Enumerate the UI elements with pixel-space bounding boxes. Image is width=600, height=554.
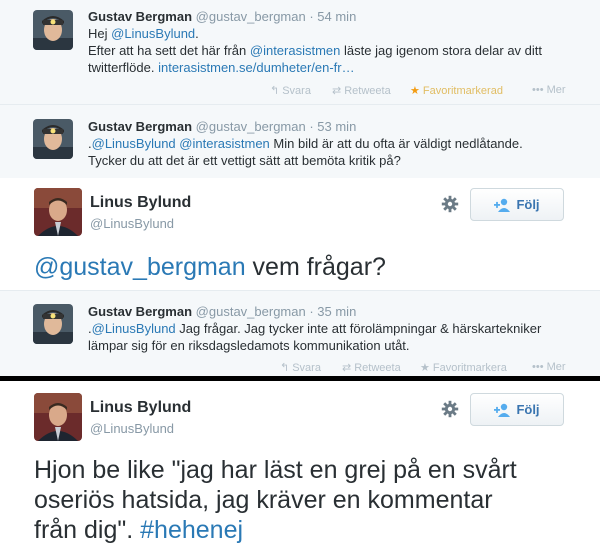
author-name[interactable]: Linus Bylund bbox=[90, 194, 191, 212]
retweet-icon: ⇄ bbox=[342, 362, 352, 374]
gear-icon[interactable] bbox=[441, 195, 459, 213]
favorite-button[interactable]: ★ Favoritmarkera bbox=[420, 361, 507, 374]
more-button[interactable]: ••• Mer bbox=[532, 361, 566, 373]
retweet-label: Retweeta bbox=[344, 85, 391, 97]
add-user-icon bbox=[494, 198, 511, 212]
mention-link[interactable]: @gustav_bergman bbox=[34, 253, 246, 281]
avatar[interactable] bbox=[34, 393, 82, 441]
retweet-label: Retweeta bbox=[354, 362, 401, 374]
reply-button[interactable]: ↰ Svara bbox=[280, 361, 321, 374]
main-tweet-1: Linus Bylund @LinusBylund Följ @gustav_b… bbox=[0, 178, 600, 290]
tweet-text-body: vem frågar? bbox=[245, 253, 386, 281]
mention-link[interactable]: @interasistmen bbox=[250, 43, 341, 58]
mention-link[interactable]: @LinusBylund bbox=[92, 321, 176, 336]
tweet-text: @gustav_bergman vem frågar? bbox=[34, 252, 576, 282]
star-icon: ★ bbox=[410, 85, 420, 97]
reply-tweet-2: Gustav Bergman @gustav_bergman · 53 min … bbox=[0, 105, 600, 178]
favorite-label: Favoritmarkera bbox=[432, 362, 507, 374]
hashtag-link[interactable]: #hehenej bbox=[140, 516, 243, 544]
tweet-line: från dig". bbox=[34, 516, 141, 544]
main-tweet-2: Linus Bylund @LinusBylund Följ Hjon be l… bbox=[0, 381, 600, 554]
author-name[interactable]: Linus Bylund bbox=[90, 399, 191, 417]
tweet-text: Jag frågar. Jag tycker inte att förolämp… bbox=[175, 321, 542, 336]
author-name[interactable]: Gustav Bergman bbox=[88, 119, 192, 134]
tweet-text: Tycker du att det är ett vettigt sätt at… bbox=[88, 153, 401, 168]
author-username[interactable]: @gustav_bergman bbox=[196, 304, 306, 319]
author-username[interactable]: @gustav_bergman bbox=[196, 9, 306, 24]
tweet-text: Hjon be like "jag har läst en grej på en… bbox=[34, 455, 576, 545]
tweet-text: . bbox=[195, 26, 199, 41]
tweet-text: läste jag igenom stora delar av ditt bbox=[340, 43, 542, 58]
retweet-button[interactable]: ⇄ Retweeta bbox=[342, 361, 401, 374]
tweet-line: oseriös hatsida, jag kräver en kommentar bbox=[34, 486, 493, 514]
author-username[interactable]: @LinusBylund bbox=[90, 216, 174, 231]
tweet-text: Efter att ha sett det här från bbox=[88, 43, 250, 58]
reply-tweet-3: Gustav Bergman @gustav_bergman · 35 min … bbox=[0, 291, 600, 376]
avatar[interactable] bbox=[34, 188, 82, 236]
tweet-text: Min bild är att du ofta är väldigt nedlå… bbox=[269, 136, 523, 151]
follow-label: Följ bbox=[516, 197, 540, 212]
follow-label: Följ bbox=[516, 402, 540, 417]
author-name[interactable]: Gustav Bergman bbox=[88, 304, 192, 319]
retweet-button[interactable]: ⇄ Retweeta bbox=[332, 84, 391, 97]
tweet-line: Hjon be like "jag har läst en grej på en… bbox=[34, 456, 517, 484]
avatar[interactable] bbox=[33, 10, 73, 50]
timestamp[interactable]: · 54 min bbox=[309, 9, 356, 24]
more-label: Mer bbox=[546, 361, 566, 373]
author-name[interactable]: Gustav Bergman bbox=[88, 9, 192, 24]
reply-tweet-1: Gustav Bergman @gustav_bergman · 54 min … bbox=[0, 0, 600, 104]
timestamp[interactable]: · 35 min bbox=[309, 304, 356, 319]
favorite-button[interactable]: ★ Favoritmarkerad bbox=[410, 84, 503, 97]
tweet-text: twitterflöde. bbox=[88, 60, 159, 75]
tweet-body: Gustav Bergman @gustav_bergman · 53 min … bbox=[88, 118, 580, 169]
favorite-label: Favoritmarkerad bbox=[422, 85, 503, 97]
retweet-icon: ⇄ bbox=[332, 85, 342, 97]
reply-icon: ↰ bbox=[270, 85, 280, 97]
follow-button[interactable]: Följ bbox=[470, 393, 564, 426]
tweet-body: Gustav Bergman @gustav_bergman · 35 min … bbox=[88, 303, 580, 354]
mention-link[interactable]: @LinusBylund bbox=[92, 136, 176, 151]
reply-button[interactable]: ↰ Svara bbox=[270, 84, 311, 97]
mention-link[interactable]: @interasistmen bbox=[179, 136, 270, 151]
reply-icon: ↰ bbox=[280, 362, 290, 374]
add-user-icon bbox=[494, 403, 511, 417]
author-username[interactable]: @LinusBylund bbox=[90, 421, 174, 436]
tweet-text: Hej bbox=[88, 26, 112, 41]
follow-button[interactable]: Följ bbox=[470, 188, 564, 221]
reply-label: Svara bbox=[282, 85, 311, 97]
tweet-body: Gustav Bergman @gustav_bergman · 54 min … bbox=[88, 8, 580, 76]
more-icon: ••• bbox=[532, 361, 544, 373]
reply-label: Svara bbox=[292, 362, 321, 374]
mention-link[interactable]: @LinusBylund bbox=[111, 26, 195, 41]
more-icon: ••• bbox=[532, 84, 544, 96]
tweet-text: lämpar sig för en riksdagsledamots kommu… bbox=[88, 338, 410, 353]
author-username[interactable]: @gustav_bergman bbox=[196, 119, 306, 134]
more-label: Mer bbox=[546, 84, 566, 96]
url-link[interactable]: interasistmen.se/dumheter/en-fr… bbox=[158, 60, 355, 75]
avatar[interactable] bbox=[33, 119, 73, 159]
more-button[interactable]: ••• Mer bbox=[532, 84, 566, 96]
timestamp[interactable]: · 53 min bbox=[309, 119, 356, 134]
gear-icon[interactable] bbox=[441, 400, 459, 418]
star-icon: ★ bbox=[420, 362, 430, 374]
avatar[interactable] bbox=[33, 304, 73, 344]
